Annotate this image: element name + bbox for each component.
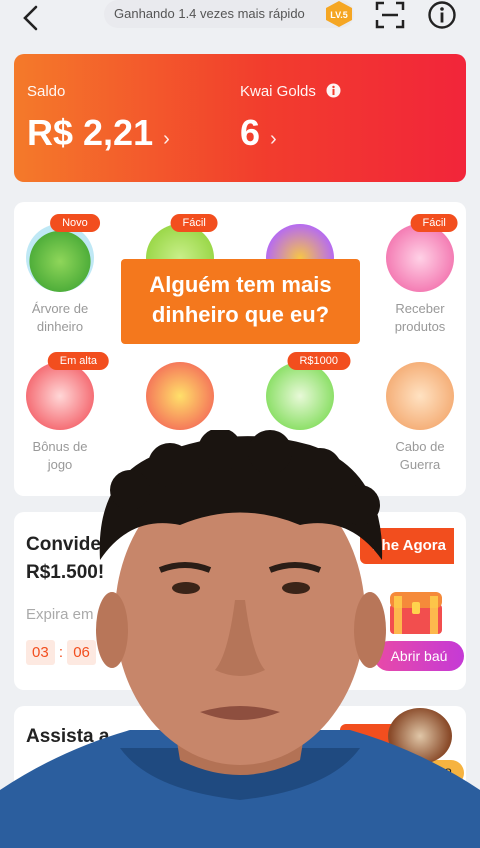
soccer-ball-icon <box>266 362 334 430</box>
caption-sticker: Alguém tem mais dinheiro que eu? <box>121 259 360 344</box>
badge-facil: Fácil <box>410 214 458 232</box>
chevron-right-icon: › <box>270 128 277 150</box>
speed-text: Ganhando 1.4 vezes mais rápido <box>114 6 305 21</box>
teddy-bear-icon <box>386 362 454 430</box>
game-controller-icon <box>26 362 94 430</box>
badge-em-alta: Em alta <box>47 352 110 370</box>
grid-item-receber-produtos[interactable]: Fácil Receber produtos <box>370 214 470 336</box>
runner-icon <box>146 362 214 430</box>
grid-item-money-tree[interactable]: Novo Árvore de dinheiro <box>10 214 110 336</box>
scan-icon[interactable] <box>374 0 406 30</box>
info-icon[interactable] <box>427 0 457 30</box>
grid-label: Árvore de dinheiro <box>31 301 89 334</box>
info-circle-icon[interactable] <box>326 83 341 98</box>
grid-label: Receber produtos <box>394 301 446 334</box>
badge-novo: Novo <box>50 214 100 232</box>
chevron-right-icon: › <box>163 128 170 150</box>
badge-facil: Fácil <box>170 214 218 232</box>
kwai-golds-label: Kwai Golds <box>240 83 341 100</box>
saldo-value[interactable]: R$ 2,21 › <box>27 112 170 154</box>
svg-text:LV.5: LV.5 <box>330 10 348 20</box>
person-video-overlay <box>0 430 480 848</box>
kwai-golds-value[interactable]: 6 › <box>240 112 277 154</box>
top-bar: Ganhando 1.4 vezes mais rápido LV.5 <box>0 0 480 38</box>
grid-item-soccer[interactable]: R$1000 <box>250 352 351 430</box>
badge-r1000: R$1000 <box>287 352 351 370</box>
balance-card: Saldo R$ 2,21 › Kwai Golds 6 › <box>14 54 466 182</box>
gift-product-icon <box>386 224 454 292</box>
money-tree-icon <box>26 224 94 292</box>
grid-item-runner[interactable] <box>130 362 230 430</box>
back-arrow-icon[interactable] <box>16 3 46 33</box>
level-badge: LV.5 <box>326 1 352 27</box>
saldo-label: Saldo <box>27 83 66 100</box>
speed-pill: Ganhando 1.4 vezes mais rápido LV.5 <box>104 0 354 28</box>
